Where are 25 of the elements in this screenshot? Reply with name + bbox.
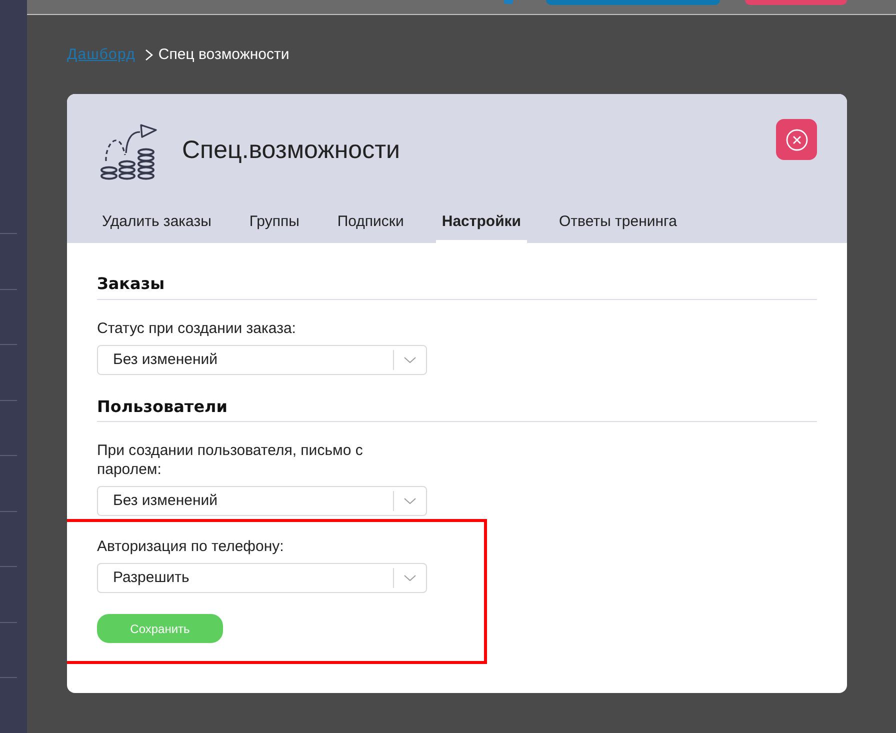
tab[interactable]: Подписки — [331, 203, 410, 243]
chevron-down-icon — [404, 357, 416, 363]
tab[interactable]: Группы — [243, 203, 306, 243]
tab[interactable]: Настройки — [436, 203, 528, 243]
close-button[interactable] — [776, 119, 817, 160]
section-heading: Заказы — [97, 274, 165, 294]
tab[interactable]: Ответы тренинга — [553, 203, 684, 243]
tab[interactable]: Удалить заказы — [96, 203, 218, 243]
coins-icon — [100, 123, 157, 180]
breadcrumb-current: Спец возможности — [158, 45, 290, 65]
close-icon — [786, 128, 808, 150]
select-dropdown[interactable]: Разрешить — [97, 563, 427, 593]
chevron-right-icon — [145, 49, 154, 61]
panel-title: Спец.возможности — [182, 134, 400, 164]
cut-off-icon[interactable] — [504, 0, 513, 4]
select-dropdown[interactable]: Без изменений — [97, 345, 427, 375]
select-dropdown[interactable]: Без изменений — [97, 486, 427, 516]
field-label: Авторизация по телефону: — [97, 537, 284, 556]
chevron-down-icon — [404, 575, 416, 581]
field-label: При создании пользователя, письмо с паролем: — [97, 441, 364, 479]
chevron-down-icon — [404, 498, 416, 504]
section-heading: Пользователи — [97, 397, 228, 417]
header-button[interactable] — [745, 0, 847, 5]
field-label: Статус при создании заказа: — [97, 319, 296, 338]
header-button[interactable] — [546, 0, 720, 5]
